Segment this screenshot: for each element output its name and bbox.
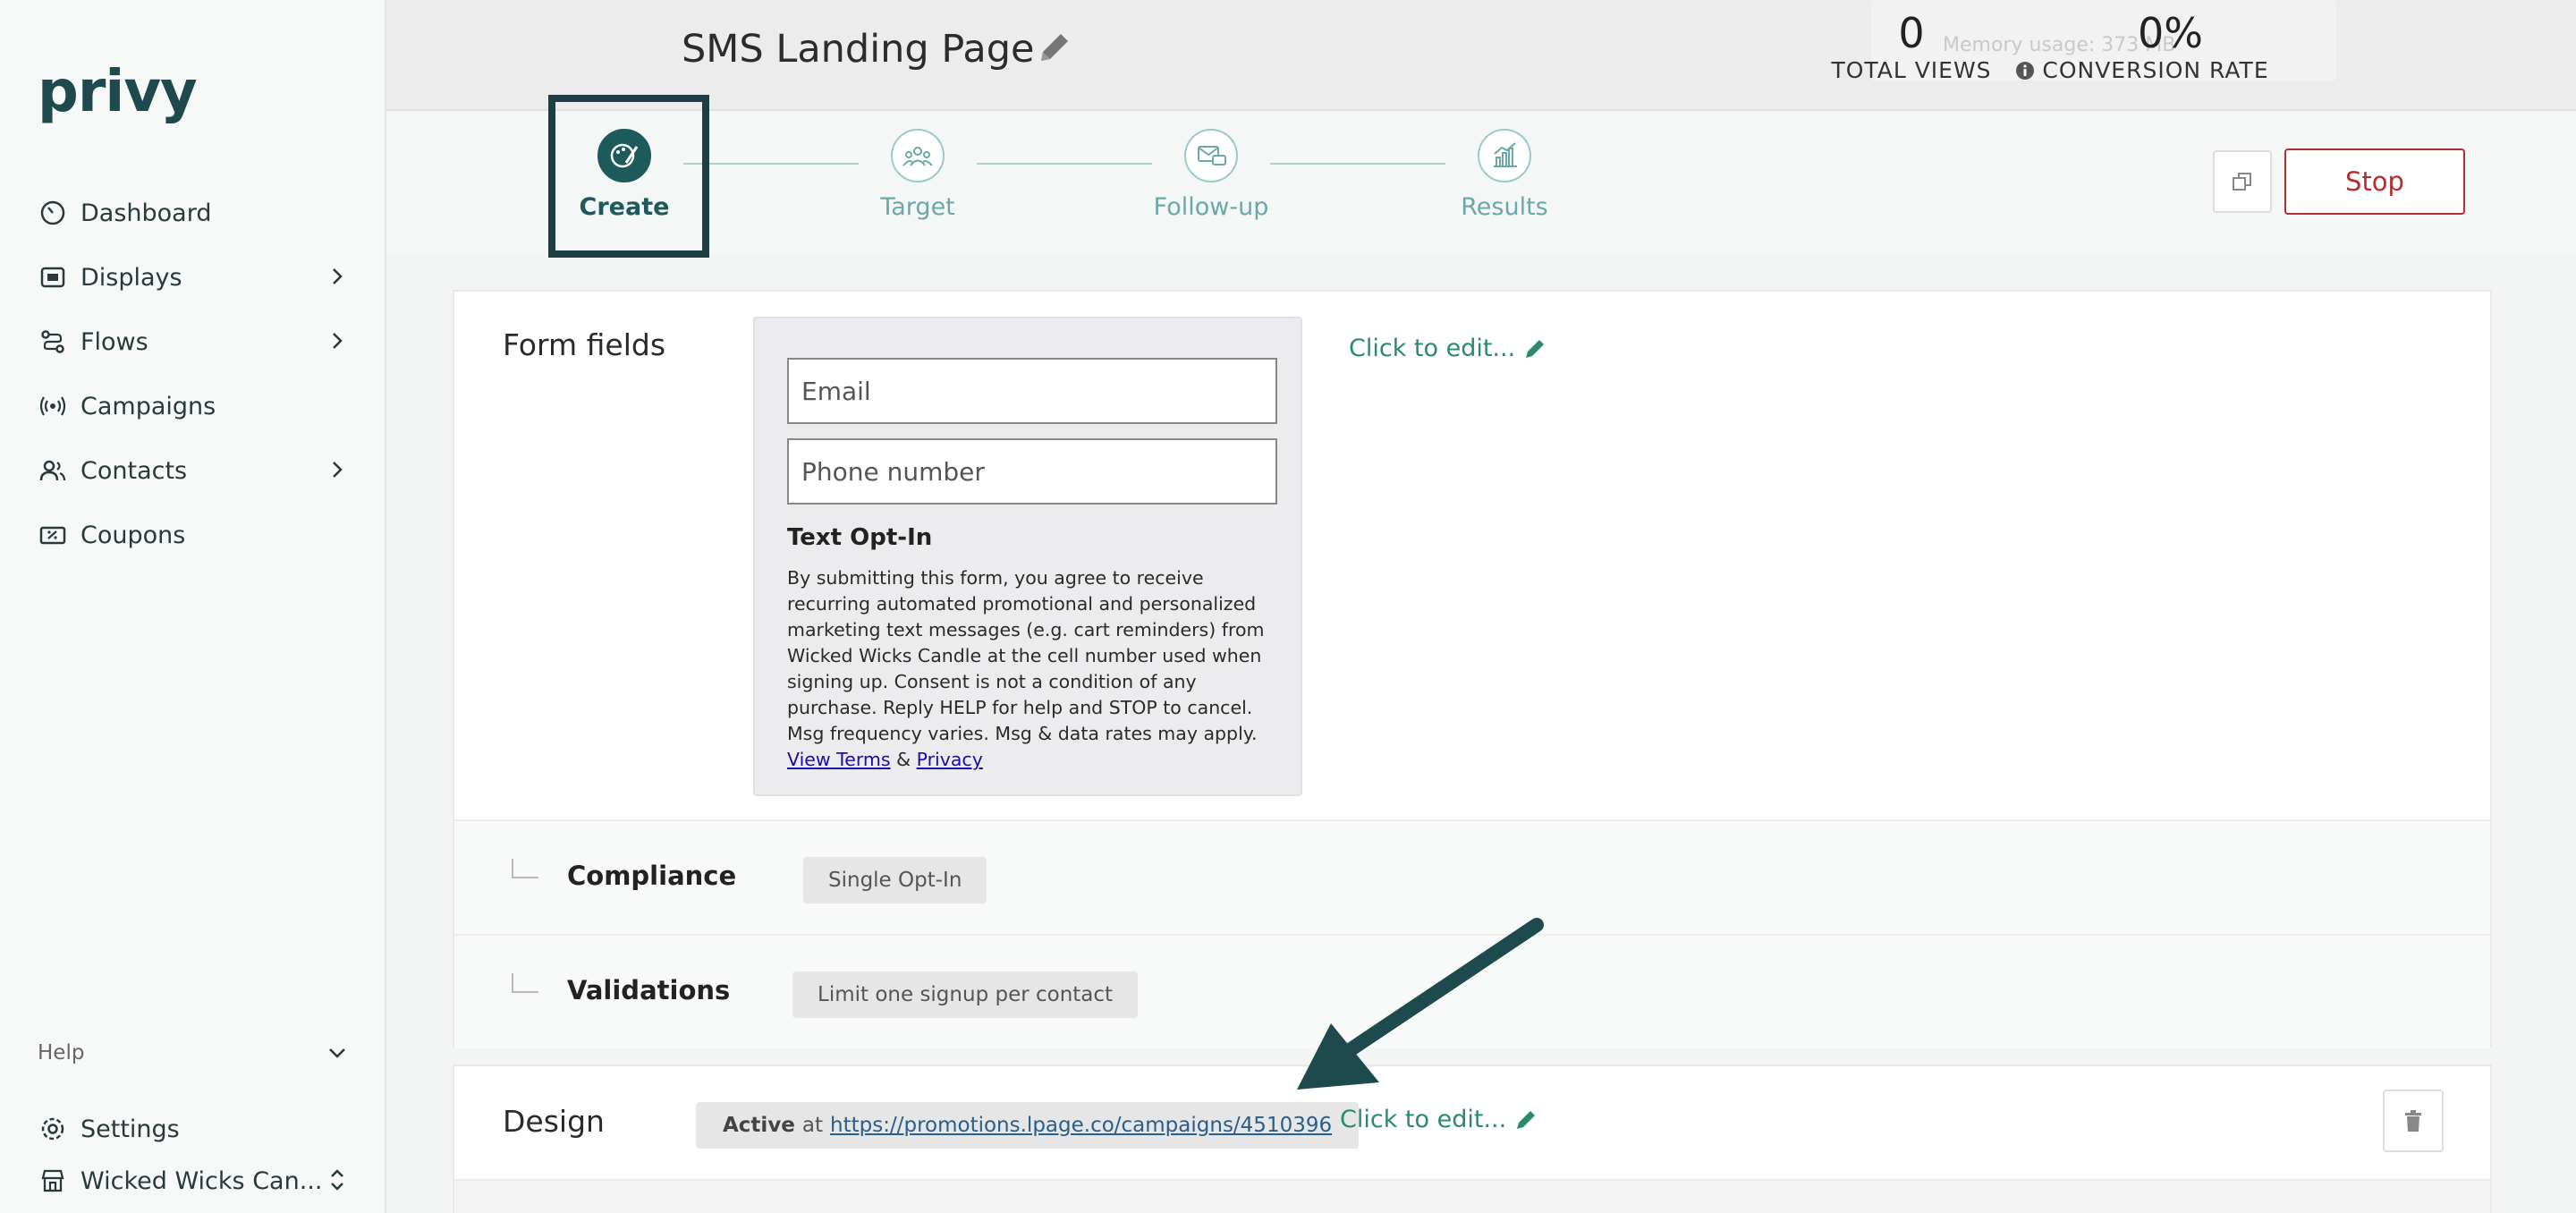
sidebar-item-coupons[interactable]: Coupons: [38, 513, 351, 556]
tree-connector: [512, 973, 538, 993]
validations-label: Validations: [567, 975, 731, 1005]
design-status-at: at: [801, 1114, 824, 1137]
sidebar-item-label: Contacts: [80, 456, 188, 485]
target-audience-icon: [891, 129, 945, 182]
form-fields-title: Form fields: [503, 327, 666, 362]
sidebar-item-label: Campaigns: [80, 392, 216, 420]
disclaimer-text: By submitting this form, you agree to re…: [787, 567, 1265, 744]
sidebar-item-flows[interactable]: Flows: [38, 320, 351, 363]
view-terms-link[interactable]: View Terms: [787, 749, 891, 770]
page-title: SMS Landing Page: [682, 27, 1035, 72]
annotation-arrow: [1297, 918, 1544, 1090]
conversion-rate-stat: 0% CONVERSION RATE: [2012, 13, 2272, 83]
sidebar-item-settings[interactable]: Settings: [38, 1107, 351, 1150]
text-opt-in-disclaimer: By submitting this form, you agree to re…: [787, 565, 1284, 773]
step-label: Results: [1461, 193, 1548, 221]
gear-icon: [38, 1114, 68, 1144]
chevron-right-icon: [333, 462, 343, 478]
results-chart-icon: [1478, 129, 1531, 182]
create-step-highlight: [548, 95, 709, 258]
dashboard-icon: [38, 198, 68, 228]
tree-connector: [512, 859, 538, 878]
coupon-icon: [38, 520, 68, 550]
contacts-icon: [38, 455, 68, 486]
step-label: Follow-up: [1153, 193, 1269, 221]
compliance-value[interactable]: Single Opt-In: [803, 857, 987, 903]
chevron-right-icon: [333, 333, 343, 349]
design-status: Active at https://promotions.lpage.co/ca…: [696, 1102, 1360, 1149]
help-label: Help: [38, 1041, 85, 1065]
info-icon[interactable]: [2015, 61, 2035, 81]
email-field[interactable]: Email: [787, 358, 1277, 424]
total-views-stat: 0 TOTAL VIEWS: [1818, 13, 2005, 83]
chevron-right-icon: [333, 268, 343, 284]
sidebar-item-label: Coupons: [80, 521, 186, 549]
duplicate-button[interactable]: [2213, 150, 2272, 213]
form-preview: Email Phone number Text Opt-In By submit…: [753, 317, 1302, 796]
sidebar-item-dashboard[interactable]: Dashboard: [38, 191, 351, 234]
text-opt-in-title: Text Opt-In: [787, 524, 933, 551]
landing-page-url-link[interactable]: https://promotions.lpage.co/campaigns/45…: [830, 1114, 1332, 1137]
sidebar-item-label: Displays: [80, 263, 182, 292]
trash-icon: [2405, 1110, 2421, 1132]
sidebar-item-campaigns[interactable]: Campaigns: [38, 385, 351, 428]
store-switcher[interactable]: Wicked Wicks Can...: [38, 1159, 351, 1202]
conversion-rate-label: CONVERSION RATE: [2042, 57, 2269, 83]
sidebar: privy Dashboard Displays Flows Campaigns…: [0, 0, 386, 1213]
step-target[interactable]: Target: [828, 129, 1007, 221]
displays-icon: [38, 262, 68, 293]
step-label: Target: [880, 193, 955, 221]
sidebar-item-contacts[interactable]: Contacts: [38, 449, 351, 492]
broadcast-icon: [38, 391, 68, 421]
pencil-icon: [1526, 339, 1545, 358]
follow-up-mail-icon: [1184, 129, 1238, 182]
chevron-updown-icon: [331, 1169, 343, 1191]
edit-link-label: Click to edit...: [1349, 335, 1516, 362]
validations-value[interactable]: Limit one signup per contact: [792, 971, 1139, 1018]
privy-logo[interactable]: privy: [38, 59, 198, 125]
total-views-value: 0: [1898, 9, 1925, 57]
conversion-rate-value: 0%: [2138, 9, 2203, 57]
delete-button[interactable]: [2383, 1090, 2444, 1152]
step-results[interactable]: Results: [1415, 129, 1594, 221]
step-follow-up[interactable]: Follow-up: [1122, 129, 1301, 221]
compliance-label: Compliance: [567, 861, 737, 891]
total-views-label: TOTAL VIEWS: [1831, 57, 1992, 83]
pencil-icon[interactable]: [1034, 27, 1075, 68]
flows-icon: [38, 327, 68, 357]
sidebar-item-label: Settings: [80, 1115, 180, 1143]
ampersand: &: [896, 749, 911, 770]
sidebar-item-displays[interactable]: Displays: [38, 256, 351, 299]
sidebar-item-label: Dashboard: [80, 199, 212, 227]
design-panel-footer: [454, 1179, 2490, 1213]
help-section-toggle[interactable]: Help: [38, 1041, 351, 1065]
phone-number-field[interactable]: Phone number: [787, 438, 1277, 505]
stop-button[interactable]: Stop: [2284, 148, 2465, 215]
sidebar-item-label: Flows: [80, 327, 148, 356]
privacy-link[interactable]: Privacy: [917, 749, 983, 770]
form-fields-edit-link[interactable]: Click to edit...: [1349, 335, 1547, 362]
design-title: Design: [503, 1104, 605, 1139]
design-status-active: Active: [723, 1114, 795, 1137]
copy-icon: [2233, 173, 2251, 191]
page-header: SMS Landing Page Memory usage: 373 MB 0 …: [386, 0, 2576, 111]
store-icon: [38, 1166, 68, 1196]
store-name: Wicked Wicks Can...: [80, 1166, 323, 1195]
chevron-down-icon: [329, 1048, 345, 1058]
